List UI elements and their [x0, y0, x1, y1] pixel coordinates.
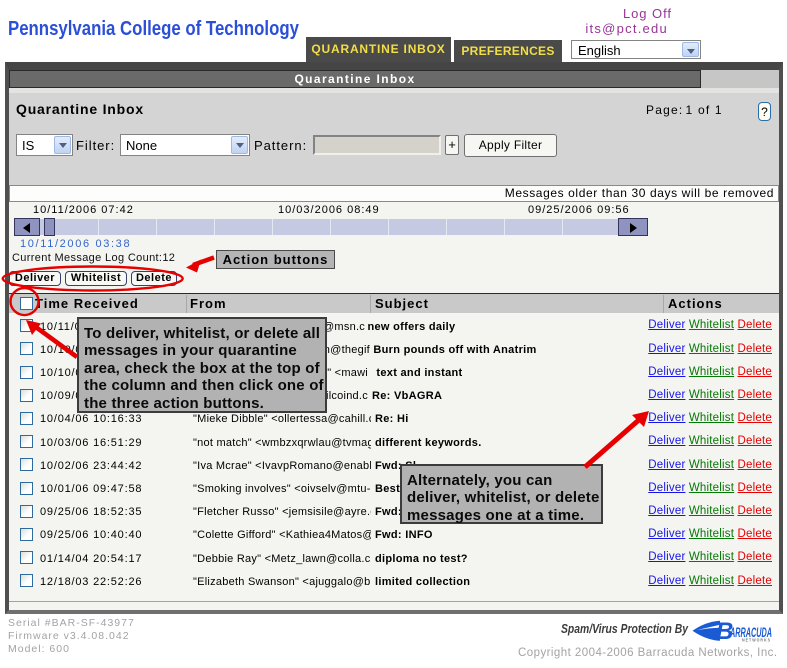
svg-text:N E T W O R K S: N E T W O R K S	[742, 638, 770, 643]
